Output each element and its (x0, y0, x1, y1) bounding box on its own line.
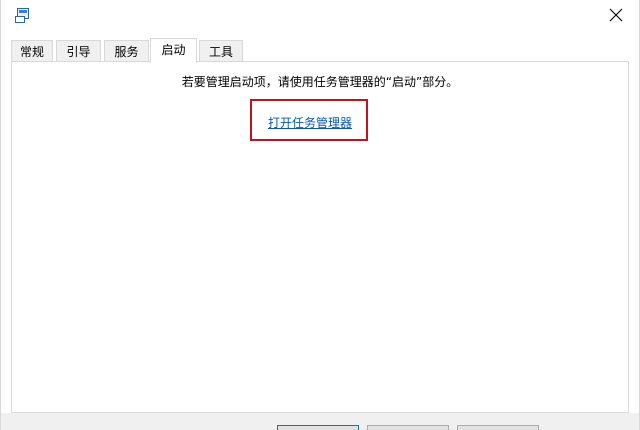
cancel-button[interactable] (367, 425, 449, 430)
msconfig-icon (15, 8, 29, 23)
system-configuration-window: 常规 引导 服务 启动 工具 若要管理启动项，请使用任务管理器的“启动”部分。 … (0, 0, 640, 430)
close-icon (609, 8, 623, 22)
tab-services[interactable]: 服务 (104, 40, 149, 62)
open-task-manager-link[interactable]: 打开任务管理器 (268, 114, 352, 131)
tab-startup[interactable]: 启动 (150, 38, 197, 63)
apply-button[interactable] (457, 425, 539, 430)
tab-tools[interactable]: 工具 (199, 40, 243, 62)
button-bar (1, 413, 639, 430)
tab-general[interactable]: 常规 (11, 40, 53, 62)
startup-panel: 若要管理启动项，请使用任务管理器的“启动”部分。 打开任务管理器 (11, 61, 629, 413)
tab-boot[interactable]: 引导 (56, 40, 101, 62)
title-bar (1, 0, 639, 32)
close-button[interactable] (593, 0, 639, 32)
ok-button[interactable] (277, 425, 359, 430)
startup-info-text: 若要管理启动项，请使用任务管理器的“启动”部分。 (181, 75, 459, 89)
